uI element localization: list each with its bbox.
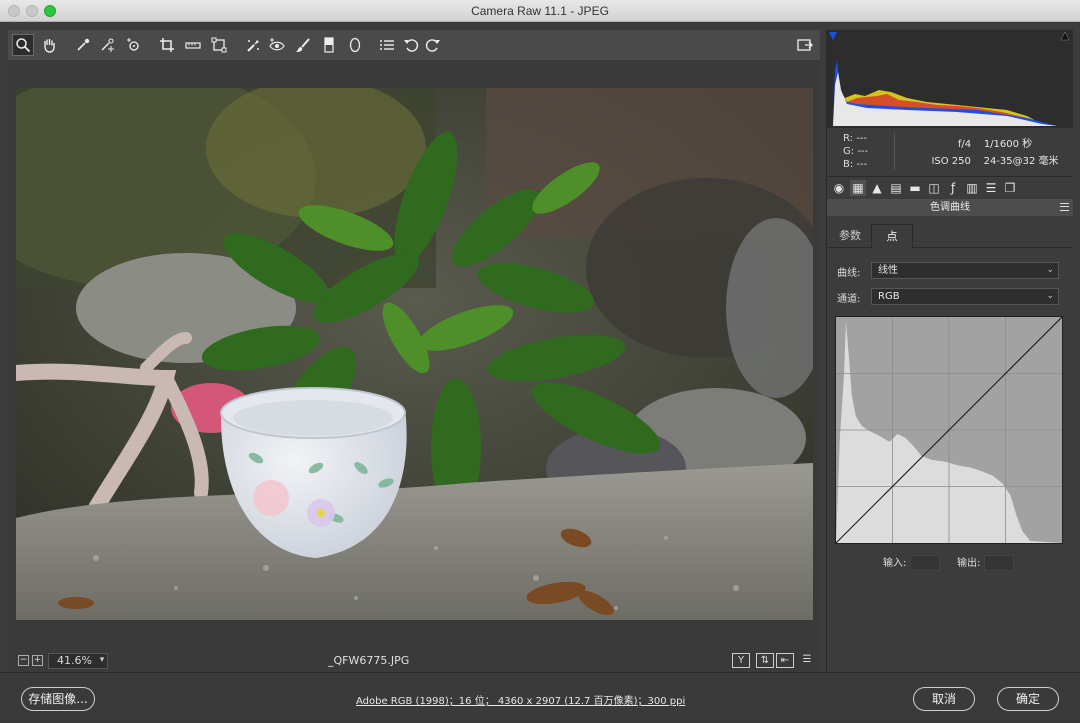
radial-filter-icon[interactable] [344,34,366,56]
output-label: 输出: [957,558,981,569]
basic-panel-icon[interactable]: ◉ [831,180,847,196]
g-label: G: [843,146,855,157]
b-label: B: [843,159,854,170]
r-value: --- [856,133,868,144]
presets-panel-icon[interactable]: ☰ [983,180,999,196]
curve-preset-value: 线性 [878,265,898,276]
cancel-button[interactable]: 取消 [913,687,975,711]
curve-preset-row: 曲线: 线性 ⌄ [837,262,1063,280]
workflow-options-link[interactable]: Adobe RGB (1998)；16 位； 4360 x 2907 (12.7… [356,692,685,707]
image-canvas[interactable] [8,60,820,650]
camera-calibration-panel-icon[interactable]: ▥ [964,180,980,196]
channel-select[interactable]: RGB ⌄ [871,288,1059,305]
adjustment-panel: R: --- G: --- B: --- f/4 1/1600 秒 ISO 25… [826,30,1073,672]
fullscreen-icon[interactable] [794,34,816,56]
split-toning-panel-icon[interactable]: ▬ [907,180,923,196]
shutter-speed: 1/1600 秒 [983,139,1033,150]
zoom-out-button[interactable]: − [18,655,29,666]
detail-panel-icon[interactable]: ▲ [869,180,885,196]
red-eye-icon[interactable] [266,34,288,56]
hsl-panel-icon[interactable]: ▤ [888,180,904,196]
camera-raw-window: Camera Raw 11.1 - JPEG − + 41.6% ▾ _QFW6… [0,0,1080,723]
panel-tab-bar: ◉ ▦ ▲ ▤ ▬ ◫ ƒ ▥ ☰ ❐ [827,176,1073,198]
tone-curve-panel-icon[interactable]: ▦ [850,180,866,196]
section-title-label: 色调曲线 [930,202,970,213]
output-value-field[interactable] [984,555,1015,571]
spot-removal-icon[interactable] [242,34,264,56]
save-image-button[interactable]: 存储图像... [21,687,95,711]
tab-parametric[interactable]: 参数 [829,224,871,248]
dialog-footer: 存储图像... Adobe RGB (1998)；16 位； 4360 x 29… [0,672,1080,723]
photo-illustration [16,88,813,620]
section-title: 色调曲线 [827,199,1073,216]
curve-label: 曲线: [837,268,861,279]
file-name: _QFW6775.JPG [328,654,410,667]
g-value: --- [857,146,869,157]
curve-mode-tabs: 参数 点 [827,224,1073,249]
effects-panel-icon[interactable]: ƒ [945,180,961,196]
iso: ISO 250 [931,156,971,167]
panel-menu-icon[interactable] [1060,203,1069,211]
rotate-left-icon[interactable] [400,34,422,56]
input-label: 输入: [883,558,907,569]
tone-curve-editor[interactable] [835,316,1063,544]
preview-status-bar: − + 41.6% ▾ _QFW6775.JPG Y ⇅ ⇤ ☰ [8,650,820,672]
input-value-field[interactable] [910,555,941,571]
photo-preview[interactable] [16,88,813,620]
snapshots-panel-icon[interactable]: ❐ [1002,180,1018,196]
chevron-down-icon[interactable]: ▾ [94,653,110,669]
white-balance-icon[interactable] [72,34,94,56]
color-sampler-icon[interactable] [96,34,118,56]
copy-settings-icon[interactable]: ⇤ [776,653,794,668]
output-readout: 输出: [957,554,1015,571]
crop-icon[interactable] [156,34,178,56]
ok-button[interactable]: 确定 [997,687,1059,711]
tool-bar [8,30,820,60]
title-bar: Camera Raw 11.1 - JPEG [0,0,1080,22]
lens-info: 24-35@32 毫米 [983,156,1059,167]
targeted-adjustment-icon[interactable] [122,34,144,56]
histogram [827,30,1073,128]
pixel-readout: R: --- G: --- B: --- f/4 1/1600 秒 ISO 25… [827,128,1073,176]
tab-point[interactable]: 点 [871,224,913,249]
r-label: R: [843,133,854,144]
before-after-toggle-icon[interactable]: Y [732,653,750,668]
b-value: --- [856,159,868,170]
straighten-icon[interactable] [182,34,204,56]
lens-corrections-panel-icon[interactable]: ◫ [926,180,942,196]
channel-label: 通道: [837,294,861,305]
channel-row: 通道: RGB ⌄ [837,288,1063,306]
graduated-filter-icon[interactable] [318,34,340,56]
preferences-icon[interactable] [376,34,398,56]
rotate-right-icon[interactable] [422,34,444,56]
hand-icon[interactable] [38,34,60,56]
chevron-down-icon: ⌄ [1046,291,1054,301]
zoom-in-button[interactable]: + [32,655,43,666]
chevron-down-icon: ⌄ [1046,265,1054,275]
adjustment-brush-icon[interactable] [292,34,314,56]
swap-settings-icon[interactable]: ⇅ [756,653,774,668]
input-readout: 输入: [883,554,941,571]
window-title: Camera Raw 11.1 - JPEG [471,4,609,18]
curve-preset-select[interactable]: 线性 ⌄ [871,262,1059,279]
channel-value: RGB [878,291,900,302]
zoom-icon[interactable] [12,34,34,56]
aperture: f/4 [957,139,972,150]
readout-divider [894,132,895,170]
preview-preferences-icon[interactable]: ☰ [798,653,816,668]
transform-icon[interactable] [208,34,230,56]
